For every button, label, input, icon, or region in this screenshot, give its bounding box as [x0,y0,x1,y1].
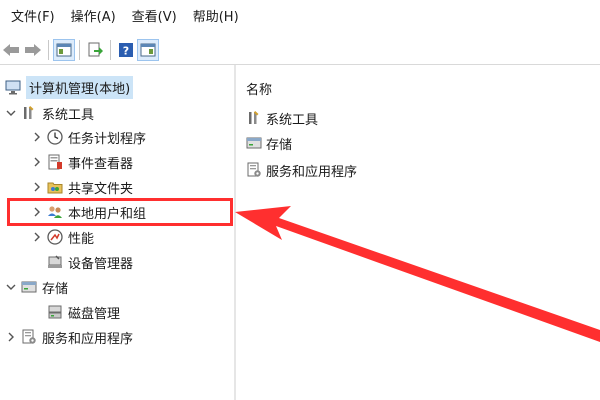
services-apps-icon [20,328,38,346]
device-manager-icon [46,253,64,271]
computer-management-icon [4,78,22,96]
svg-text:?: ? [123,45,129,58]
tree-item-label: 共享文件夹 [68,181,134,197]
tree-item-shared-folders[interactable]: 共享文件夹 [30,175,133,199]
chevron-right-icon[interactable] [4,330,18,344]
chevron-right-icon[interactable] [30,180,44,194]
tree-item-services-apps[interactable]: 服务和应用程序 [4,325,133,349]
tree-item-task-scheduler[interactable]: 任务计划程序 [30,125,146,149]
services-apps-icon [245,161,263,179]
tree-item-storage[interactable]: 存储 [4,275,68,299]
tree-item-system-tools[interactable]: 系统工具 [4,101,94,125]
toolbar-separator [48,40,49,60]
list-item-label: 服务和应用程序 [266,164,358,180]
export-list-icon[interactable] [84,39,106,61]
forward-arrow-icon[interactable] [22,39,44,61]
chevron-down-icon[interactable] [4,280,18,294]
chevron-right-icon[interactable] [30,230,44,244]
toolbar: ? [0,36,600,65]
back-arrow-icon[interactable] [0,39,22,61]
clock-icon [46,128,64,146]
storage-icon [20,278,38,296]
help-icon[interactable]: ? [115,39,137,61]
chevron-down-icon[interactable] [4,106,18,120]
list-item[interactable]: 服务和应用程序 [245,159,357,181]
list-item-label: 存储 [266,137,293,153]
users-group-icon [46,203,64,221]
tools-icon [245,109,263,127]
tree-item-device-manager[interactable]: 设备管理器 [44,250,133,274]
tree-item-performance[interactable]: 性能 [30,225,94,249]
tools-icon [20,104,38,122]
toolbar-separator [79,40,80,60]
tree-item-label: 本地用户和组 [68,206,147,222]
menu-bar: 文件(F) 操作(A) 查看(V) 帮助(H) [0,0,600,36]
list-item-label: 系统工具 [266,112,319,128]
list-item[interactable]: 系统工具 [245,107,318,129]
tree-item-label: 系统工具 [42,107,95,123]
console-tree-icon[interactable] [53,39,75,61]
tree-item-label: 事件查看器 [68,156,134,172]
tree-item-label: 存储 [42,281,69,297]
tree-item-label: 性能 [68,231,95,247]
column-header-name[interactable]: 名称 [246,79,272,98]
disk-management-icon [46,303,64,321]
event-viewer-icon [46,153,64,171]
menu-view[interactable]: 查看(V) [125,0,184,36]
performance-icon [46,228,64,246]
chevron-right-icon[interactable] [30,155,44,169]
tree-item-local-users-groups[interactable]: 本地用户和组 [30,200,146,224]
chevron-right-icon[interactable] [30,205,44,219]
tree-item-label: 设备管理器 [68,256,134,272]
tree-item-event-viewer[interactable]: 事件查看器 [30,150,133,174]
menu-action[interactable]: 操作(A) [64,0,123,36]
shared-folder-icon [46,178,64,196]
action-pane-icon[interactable] [137,39,159,61]
tree-item-label: 服务和应用程序 [42,331,134,347]
chevron-right-icon[interactable] [30,130,44,144]
tree-item-label: 计算机管理(本地) [26,75,134,99]
pane-divider[interactable] [234,65,236,400]
list-item[interactable]: 存储 [245,132,292,154]
toolbar-separator [110,40,111,60]
storage-icon [245,134,263,152]
tree-item-label: 任务计划程序 [68,131,147,147]
details-pane: 名称 系统工具 存储 服务和应用程序 [237,65,600,400]
tree-item-disk-management[interactable]: 磁盘管理 [44,300,120,324]
tree-item-label: 磁盘管理 [68,306,121,322]
tree-item-computer-management[interactable]: 计算机管理(本地) [2,75,134,99]
menu-help[interactable]: 帮助(H) [186,0,246,36]
menu-file[interactable]: 文件(F) [4,0,62,36]
